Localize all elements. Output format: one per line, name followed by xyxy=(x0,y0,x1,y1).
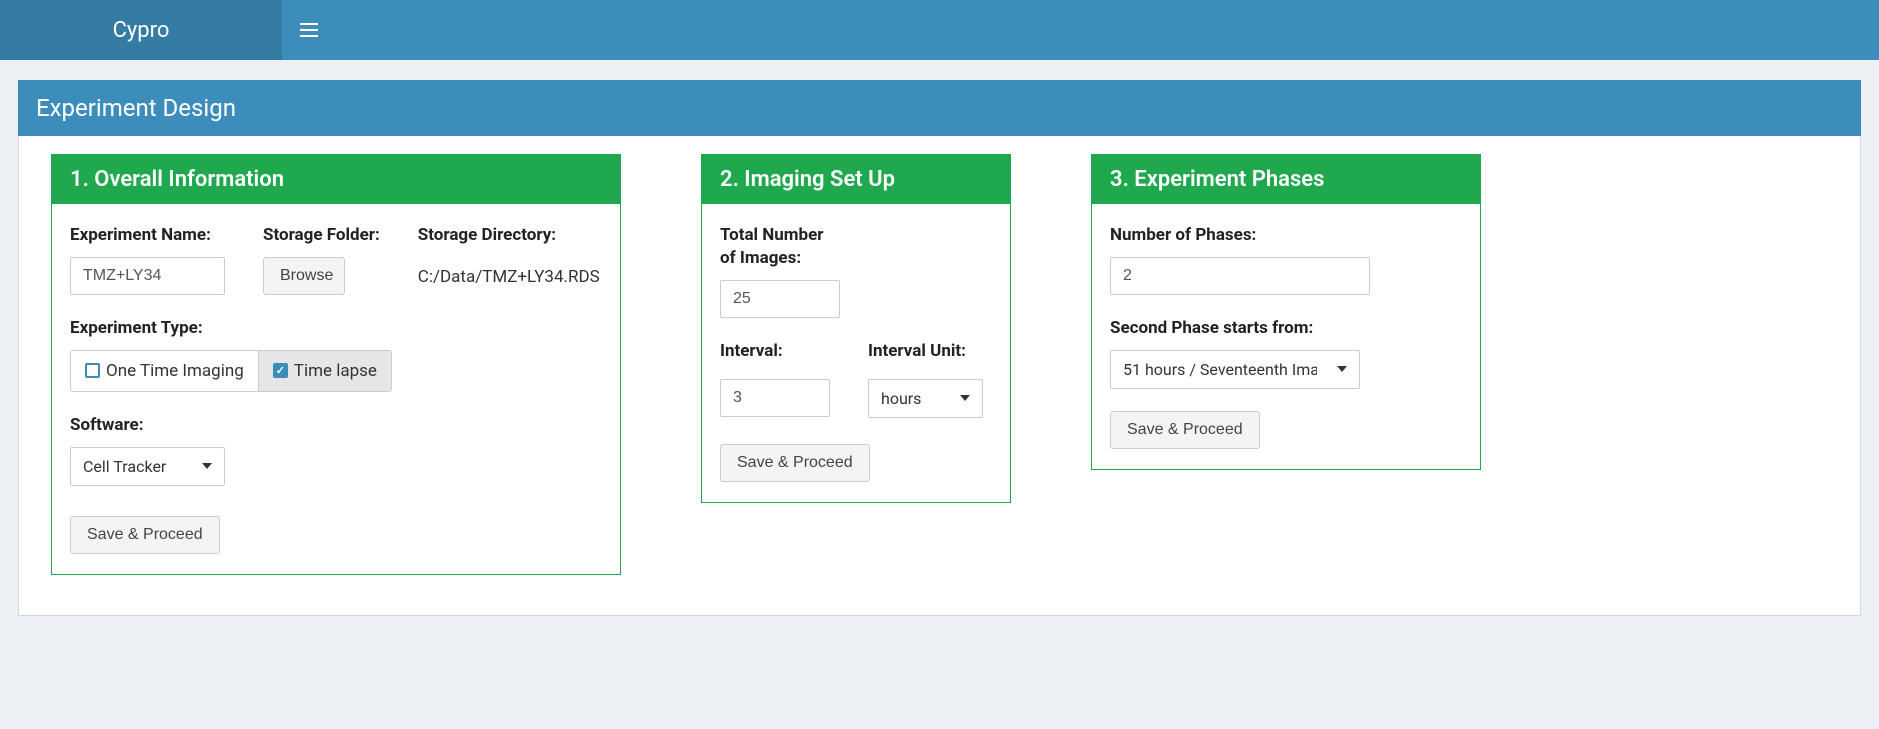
second-phase-label: Second Phase starts from: xyxy=(1110,317,1462,340)
panel-experiment-phases-header: 3. Experiment Phases xyxy=(1092,155,1480,204)
num-phases-input[interactable] xyxy=(1110,257,1370,295)
total-images-label-line2: of Images: xyxy=(720,247,992,270)
topbar: Cypro xyxy=(0,0,1879,60)
second-phase-value: 51 hours / Seventeenth Image xyxy=(1123,360,1317,379)
software-group: Software: Cell Tracker xyxy=(70,414,602,486)
panel-imaging-setup-body: Total Number of Images: Interval: Interv… xyxy=(702,204,1010,502)
toggle-one-time-label: One Time Imaging xyxy=(106,361,244,381)
experiment-type-label: Experiment Type: xyxy=(70,317,602,340)
check-mark-icon: ✓ xyxy=(276,365,285,376)
storage-directory-label: Storage Directory: xyxy=(418,224,600,247)
checkbox-checked-icon: ✓ xyxy=(273,363,288,378)
panel-imaging-setup-header: 2. Imaging Set Up xyxy=(702,155,1010,204)
experiment-name-input[interactable] xyxy=(70,257,225,295)
experiment-type-group: Experiment Type: One Time Imaging ✓ Time… xyxy=(70,317,602,392)
experiment-name-group: Experiment Name: xyxy=(70,224,225,295)
software-label: Software: xyxy=(70,414,602,437)
panel-experiment-phases-body: Number of Phases: Second Phase starts fr… xyxy=(1092,204,1480,469)
checkbox-unchecked-icon xyxy=(85,363,100,378)
interval-input[interactable] xyxy=(720,379,830,417)
total-images-group: Total Number of Images: xyxy=(720,224,992,318)
interval-unit-select[interactable]: hours xyxy=(868,379,983,418)
interval-unit-label: Interval Unit: xyxy=(868,340,983,363)
main-area: Experiment Design 1. Overall Information… xyxy=(0,60,1879,656)
panel-overall-information-header: 1. Overall Information xyxy=(52,155,620,204)
page-body: 1. Overall Information Experiment Name: … xyxy=(18,136,1861,616)
interval-label: Interval: xyxy=(720,340,830,363)
save-proceed-button-panel3[interactable]: Save & Proceed xyxy=(1110,411,1260,449)
panels-row: 1. Overall Information Experiment Name: … xyxy=(51,154,1828,575)
caret-down-icon xyxy=(202,463,212,469)
interval-unit-value: hours xyxy=(881,389,921,408)
num-phases-group: Number of Phases: xyxy=(1110,224,1462,295)
storage-folder-group: Storage Folder: Browse xyxy=(263,224,380,295)
app-logo[interactable]: Cypro xyxy=(0,0,282,60)
storage-directory-group: Storage Directory: C:/Data/TMZ+LY34.RDS xyxy=(418,224,600,295)
experiment-type-toggle: One Time Imaging ✓ Time lapse xyxy=(70,350,392,392)
experiment-name-label: Experiment Name: xyxy=(70,224,225,247)
toggle-time-lapse[interactable]: ✓ Time lapse xyxy=(258,351,391,391)
caret-down-icon xyxy=(960,395,970,401)
total-images-label-line1: Total Number xyxy=(720,224,992,247)
software-select-value: Cell Tracker xyxy=(83,457,166,476)
panel-imaging-setup: 2. Imaging Set Up Total Number of Images… xyxy=(701,154,1011,503)
interval-unit-group: Interval Unit: hours xyxy=(868,340,983,418)
browse-button[interactable]: Browse xyxy=(263,257,345,295)
hamburger-menu-button[interactable] xyxy=(282,0,336,60)
num-phases-label: Number of Phases: xyxy=(1110,224,1462,247)
caret-down-icon xyxy=(1337,366,1347,372)
panel-overall-information: 1. Overall Information Experiment Name: … xyxy=(51,154,621,575)
hamburger-icon xyxy=(300,23,318,37)
toggle-one-time-imaging[interactable]: One Time Imaging xyxy=(71,351,258,391)
storage-directory-value: C:/Data/TMZ+LY34.RDS xyxy=(418,267,600,287)
app-title: Cypro xyxy=(113,18,170,43)
interval-group: Interval: xyxy=(720,340,830,418)
panel-overall-information-body: Experiment Name: Storage Folder: Browse … xyxy=(52,204,620,574)
second-phase-group: Second Phase starts from: 51 hours / Sev… xyxy=(1110,317,1462,389)
toggle-time-lapse-label: Time lapse xyxy=(294,361,377,381)
page-title: Experiment Design xyxy=(18,80,1861,136)
second-phase-select[interactable]: 51 hours / Seventeenth Image xyxy=(1110,350,1360,389)
save-proceed-button-panel1[interactable]: Save & Proceed xyxy=(70,516,220,554)
storage-folder-label: Storage Folder: xyxy=(263,224,380,247)
panel-experiment-phases: 3. Experiment Phases Number of Phases: S… xyxy=(1091,154,1481,470)
overall-row-1: Experiment Name: Storage Folder: Browse … xyxy=(70,224,602,295)
save-proceed-button-panel2[interactable]: Save & Proceed xyxy=(720,444,870,482)
interval-row: Interval: Interval Unit: hours xyxy=(720,340,992,418)
total-images-input[interactable] xyxy=(720,280,840,318)
software-select[interactable]: Cell Tracker xyxy=(70,447,225,486)
